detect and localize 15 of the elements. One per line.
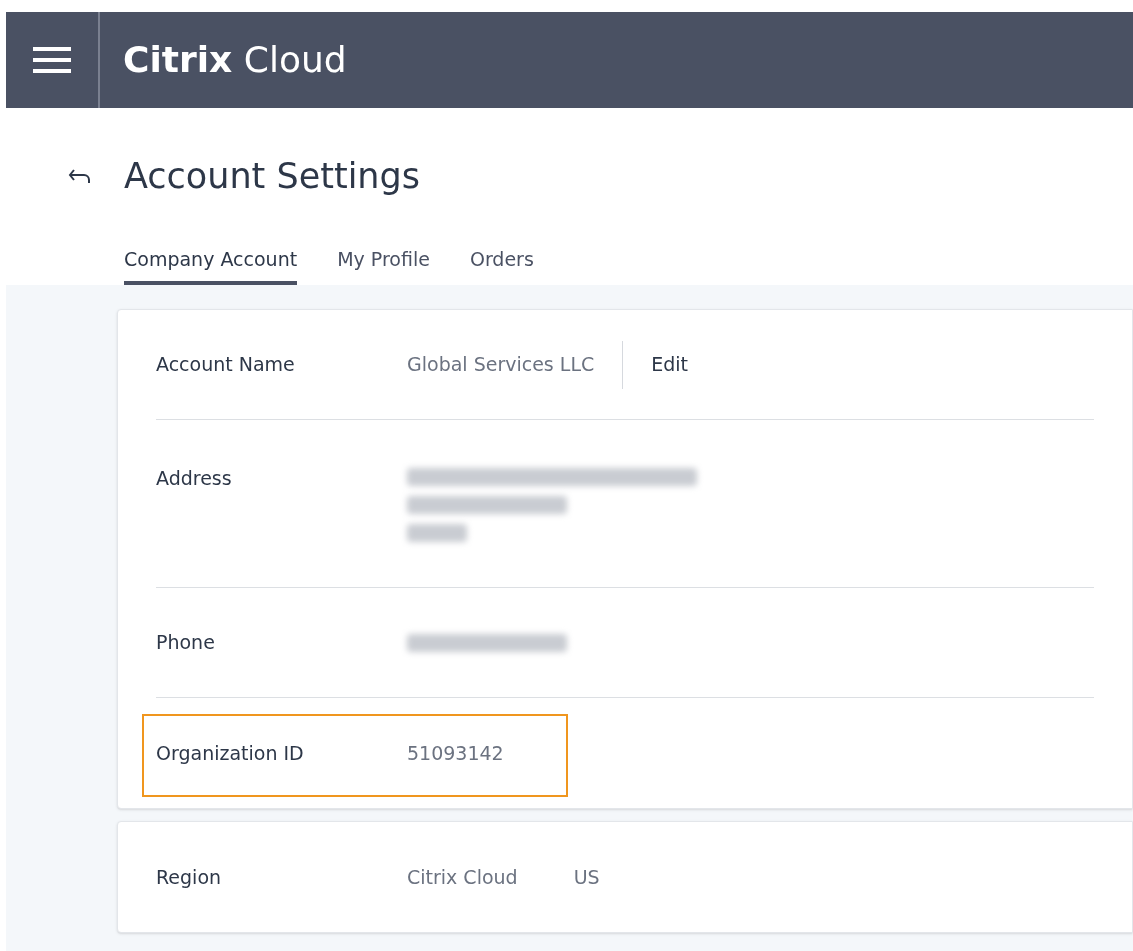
field-value: US: [573, 864, 600, 890]
tab[interactable]: My Profile: [337, 244, 430, 285]
field-label: Organization ID: [156, 740, 305, 766]
page-title: Account Settings: [124, 155, 420, 198]
blurred-text: [407, 524, 467, 542]
tab[interactable]: Orders: [469, 244, 534, 285]
field-label: Account Name: [156, 352, 296, 378]
field-value: Citrix Cloud: [407, 864, 518, 890]
brand-name: Citrix Cloud: [123, 38, 347, 82]
field-label: Address: [156, 466, 233, 491]
field-value: Global Services LLC: [407, 352, 595, 378]
field-label: Phone: [156, 630, 216, 656]
field-label: Region: [156, 864, 223, 890]
field-value: 51093142: [407, 740, 504, 766]
edit-link[interactable]: Edit: [651, 350, 689, 379]
